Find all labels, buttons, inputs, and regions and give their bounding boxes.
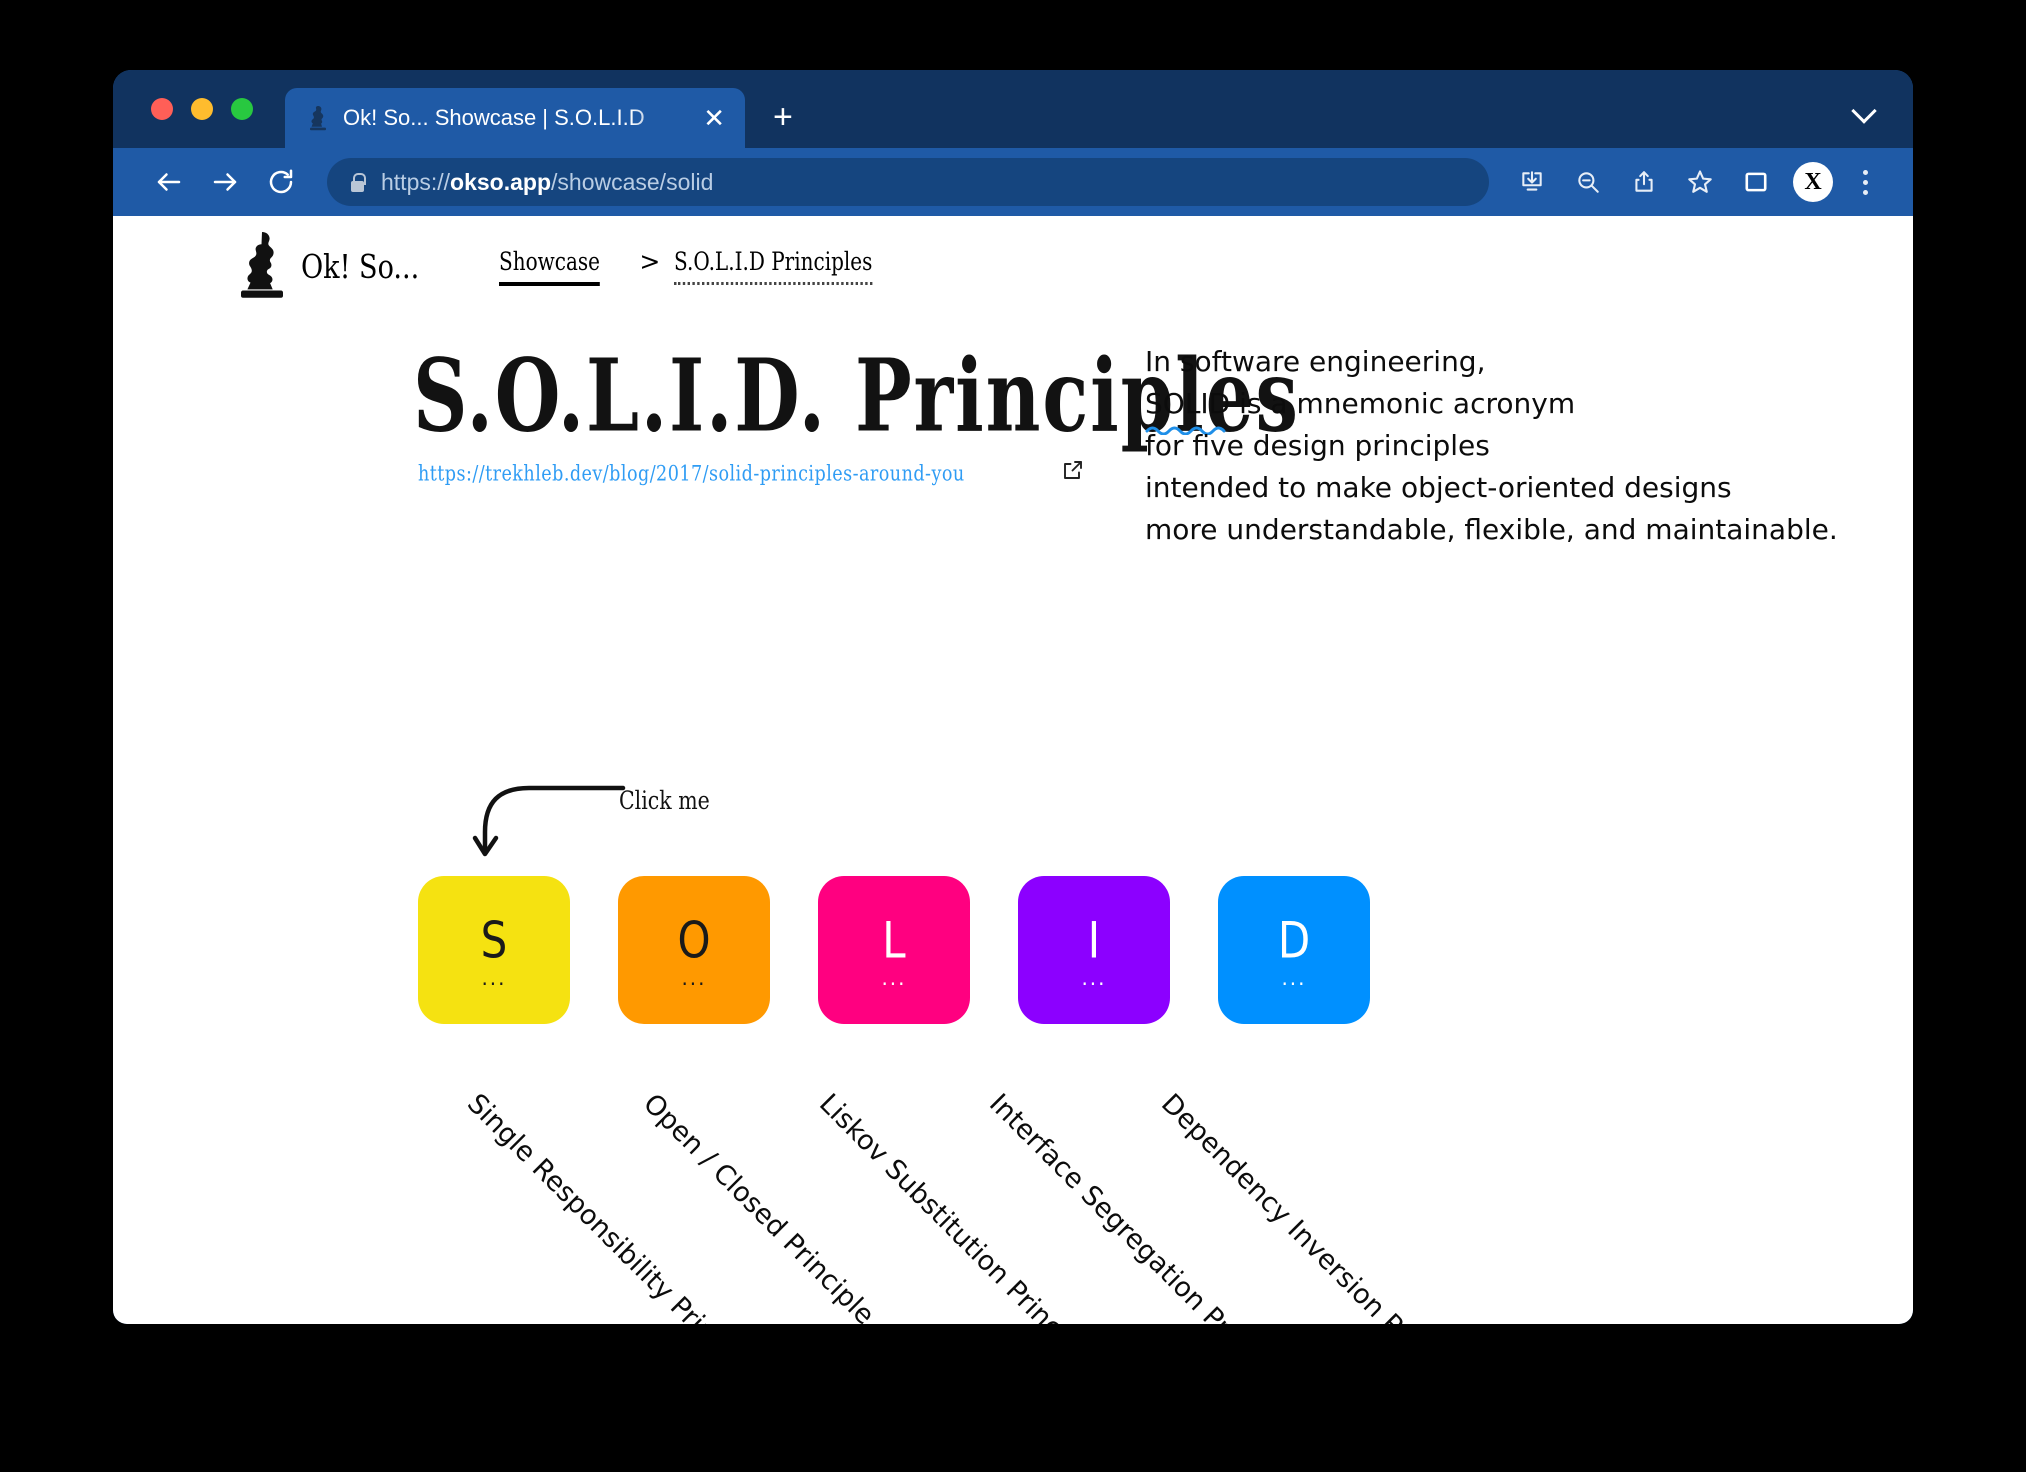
- browser-toolbar: https://okso.app/showcase/solid X: [113, 148, 1913, 216]
- principle-label-single-responsibility: Single Responsibility Principle: [461, 1088, 768, 1324]
- chevron-down-icon[interactable]: [1851, 98, 1877, 126]
- description-paragraph: In software engineering, SOLID is a mnem…: [1145, 341, 1838, 551]
- principle-card-letter: S: [480, 911, 508, 970]
- click-me-annotation: Click me: [471, 776, 710, 871]
- principle-cards: S ... O ... L ... I ... D ...: [418, 876, 1370, 1024]
- paragraph-line: SOLID is a mnemonic acronym: [1145, 383, 1838, 435]
- principle-card-letter: I: [1087, 911, 1101, 970]
- address-bar[interactable]: https://okso.app/showcase/solid: [327, 158, 1489, 206]
- url-text: https://okso.app/showcase/solid: [381, 168, 714, 195]
- source-link[interactable]: https://trekhleb.dev/blog/2017/solid-pri…: [418, 460, 965, 486]
- browser-toolbar-actions: X: [1507, 158, 1885, 206]
- drawing-canvas[interactable]: S.O.L.I.D. Principles https://trekhleb.d…: [113, 216, 1913, 1324]
- browser-window: Ok! So... Showcase | S.O.L.I.D ✕ + https…: [113, 70, 1913, 1324]
- principle-card-l[interactable]: L ...: [818, 876, 970, 1024]
- page-viewport: Ok! So... Showcase > S.O.L.I.D Principle…: [113, 216, 1913, 1324]
- curved-arrow-down-left-icon: [472, 785, 626, 857]
- principle-card-s[interactable]: S ...: [418, 876, 570, 1024]
- click-me-label: Click me: [619, 786, 710, 815]
- principle-card-dots: ...: [1081, 966, 1107, 990]
- principle-card-letter: O: [677, 911, 711, 970]
- principle-card-i[interactable]: I ...: [1018, 876, 1170, 1024]
- principle-card-letter: D: [1277, 911, 1311, 970]
- plus-icon[interactable]: +: [773, 100, 793, 134]
- three-dot-menu-icon[interactable]: [1845, 158, 1885, 206]
- browser-tab[interactable]: Ok! So... Showcase | S.O.L.I.D ✕: [285, 88, 745, 148]
- paragraph-line: intended to make object-oriented designs: [1145, 471, 1732, 504]
- paragraph-line: In software engineering,: [1145, 345, 1486, 378]
- zoom-out-icon[interactable]: [1563, 158, 1613, 206]
- bookmark-star-icon[interactable]: [1675, 158, 1725, 206]
- share-icon[interactable]: [1619, 158, 1669, 206]
- lock-icon: [349, 172, 366, 192]
- reload-icon[interactable]: [253, 158, 309, 206]
- paragraph-line: more understandable, flexible, and maint…: [1145, 513, 1838, 546]
- install-app-icon[interactable]: [1507, 158, 1557, 206]
- forward-arrow-icon[interactable]: [197, 158, 253, 206]
- browser-tab-title: Ok! So... Showcase | S.O.L.I.D: [343, 105, 645, 130]
- principle-card-d[interactable]: D ...: [1218, 876, 1370, 1024]
- external-link-icon[interactable]: [1061, 458, 1085, 487]
- principle-card-dots: ...: [681, 966, 707, 990]
- window-traffic-lights: [151, 98, 253, 120]
- principle-card-dots: ...: [881, 966, 907, 990]
- thinker-statue-icon: [305, 103, 331, 133]
- principle-card-letter: L: [882, 911, 906, 970]
- sidebar-toggle-icon[interactable]: [1731, 158, 1781, 206]
- principle-card-o[interactable]: O ...: [618, 876, 770, 1024]
- avatar[interactable]: X: [1793, 162, 1833, 202]
- browser-tab-strip: Ok! So... Showcase | S.O.L.I.D ✕ +: [113, 70, 1913, 148]
- close-icon[interactable]: ✕: [697, 103, 731, 133]
- source-link-row: https://trekhleb.dev/blog/2017/solid-pri…: [418, 458, 1085, 487]
- paragraph-line-text: SOLID is a mnemonic acronym: [1145, 387, 1576, 420]
- principle-card-dots: ...: [481, 966, 507, 990]
- back-arrow-icon[interactable]: [141, 158, 197, 206]
- maximize-window-button[interactable]: [231, 98, 253, 120]
- principle-card-dots: ...: [1281, 966, 1307, 990]
- close-window-button[interactable]: [151, 98, 173, 120]
- paragraph-line: for five design principles: [1145, 429, 1490, 462]
- minimize-window-button[interactable]: [191, 98, 213, 120]
